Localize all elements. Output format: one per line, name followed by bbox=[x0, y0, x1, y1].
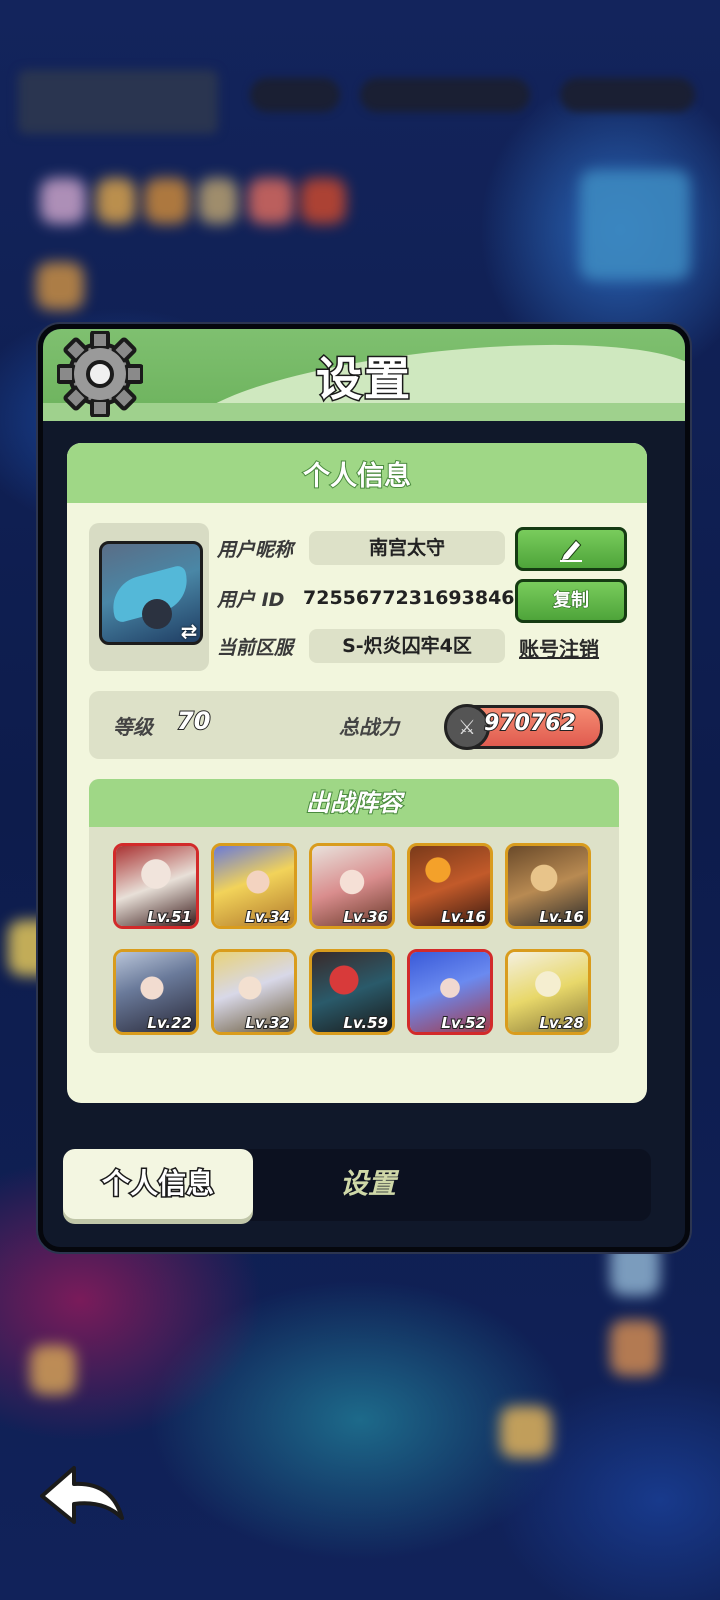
menu-icon bbox=[144, 178, 190, 224]
hero-level: Lv.59 bbox=[342, 1013, 389, 1032]
hero-card[interactable]: Lv.16 bbox=[505, 843, 591, 929]
side-icon bbox=[610, 1320, 660, 1376]
side-icon bbox=[30, 1345, 76, 1395]
settings-dialog: 设置 个人信息 ⇄ 用户昵称 南宫太守 用户 ID 72556772316938… bbox=[38, 324, 690, 1252]
hero-level: Lv.34 bbox=[244, 907, 291, 926]
hero-card[interactable]: Lv.28 bbox=[505, 949, 591, 1035]
edit-nickname-button[interactable] bbox=[515, 527, 627, 571]
menu-icon bbox=[198, 178, 238, 224]
hero-card[interactable]: Lv.52 bbox=[407, 949, 493, 1035]
dialog-title: 设置 bbox=[315, 351, 412, 408]
pencil-icon bbox=[560, 539, 582, 562]
level-label: 等级 bbox=[113, 715, 153, 739]
menu-icon bbox=[40, 178, 86, 224]
server-label: 当前区服 bbox=[217, 637, 294, 659]
status-bar bbox=[0, 0, 720, 20]
hero-level: Lv.16 bbox=[440, 907, 487, 926]
tab-personal-info[interactable]: 个人信息 bbox=[63, 1149, 253, 1219]
hero-level: Lv.52 bbox=[440, 1013, 487, 1032]
hero-grid: Lv.51 Lv.34 Lv.36 Lv.16 Lv.16 Lv.22 Lv.3… bbox=[113, 843, 591, 1035]
server-value: S-炽炎囚牢4区 bbox=[309, 629, 505, 663]
hero-level: Lv.22 bbox=[146, 1013, 193, 1032]
hero-card[interactable]: Lv.22 bbox=[113, 949, 199, 1035]
hero-level: Lv.51 bbox=[146, 907, 193, 926]
nickname-label: 用户昵称 bbox=[217, 539, 294, 561]
avatar-card[interactable]: ⇄ bbox=[89, 523, 209, 671]
swap-avatar-icon[interactable]: ⇄ bbox=[176, 618, 200, 642]
bottom-tab-bar: 个人信息 设置 bbox=[63, 1149, 651, 1221]
hero-level: Lv.36 bbox=[342, 907, 389, 926]
menu-icon bbox=[300, 178, 346, 224]
hero-card[interactable]: Lv.36 bbox=[309, 843, 395, 929]
avatar[interactable]: ⇄ bbox=[99, 541, 203, 645]
back-arrow-icon bbox=[40, 1466, 124, 1524]
battle-lineup: 出战阵容 Lv.51 Lv.34 Lv.36 Lv.16 Lv.16 Lv.22… bbox=[89, 779, 619, 1053]
hero-card[interactable]: Lv.34 bbox=[211, 843, 297, 929]
minimap bbox=[580, 170, 690, 280]
resource-bar bbox=[360, 78, 530, 112]
level-value: 70 bbox=[176, 706, 211, 736]
back-button[interactable] bbox=[38, 1462, 128, 1532]
menu-icon bbox=[36, 262, 84, 310]
section-header: 个人信息 bbox=[67, 443, 647, 503]
personal-info-panel: 个人信息 ⇄ 用户昵称 南宫太守 用户 ID 72556772316938460… bbox=[67, 443, 647, 1103]
hero-card[interactable]: Lv.59 bbox=[309, 949, 395, 1035]
tab-settings[interactable]: 设置 bbox=[313, 1149, 423, 1219]
hero-level: Lv.28 bbox=[538, 1013, 585, 1032]
section-title: 个人信息 bbox=[302, 460, 412, 493]
nickname-value: 南宫太守 bbox=[309, 531, 505, 565]
hero-card[interactable]: Lv.16 bbox=[407, 843, 493, 929]
power-label: 总战力 bbox=[339, 715, 399, 739]
hero-level: Lv.16 bbox=[538, 907, 585, 926]
event-icon bbox=[500, 1406, 552, 1458]
dialog-header: 设置 bbox=[43, 329, 685, 421]
hero-level: Lv.32 bbox=[244, 1013, 291, 1032]
hero-card[interactable]: Lv.51 bbox=[113, 843, 199, 929]
menu-icon bbox=[248, 178, 294, 224]
lineup-title: 出战阵容 bbox=[89, 779, 619, 827]
hero-card[interactable]: Lv.32 bbox=[211, 949, 297, 1035]
resource-bar bbox=[250, 78, 340, 112]
avatar-art bbox=[142, 599, 172, 629]
copy-id-button[interactable]: 复制 bbox=[515, 579, 627, 623]
player-info-bar bbox=[18, 70, 218, 134]
resource-bar bbox=[560, 78, 695, 112]
menu-icon bbox=[96, 178, 136, 224]
user-id-value: 72556772316938460 bbox=[303, 587, 528, 609]
user-id-label: 用户 ID bbox=[217, 589, 285, 611]
stats-row: 等级 70 总战力 ⚔ 970762 bbox=[89, 691, 619, 759]
account-delete-link[interactable]: 账号注销 bbox=[519, 633, 599, 662]
power-value: 970762 bbox=[483, 710, 577, 737]
power-badge: ⚔ 970762 bbox=[444, 704, 603, 750]
